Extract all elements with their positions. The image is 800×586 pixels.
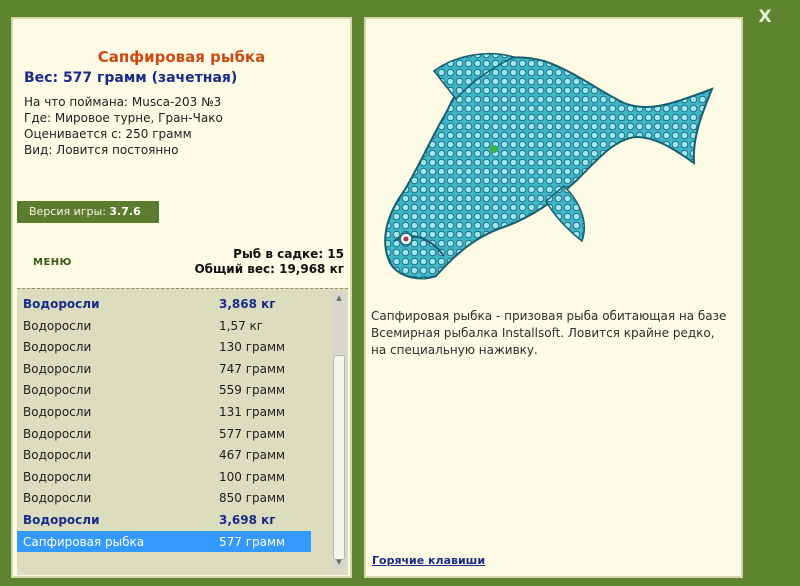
kind-text: Вид: Ловится постоянно [24, 143, 179, 157]
catch-row[interactable]: Водоросли 130 грамм [17, 336, 327, 358]
catch-row[interactable]: Водоросли 3,868 кг [17, 293, 327, 315]
fish-image [384, 52, 714, 280]
catch-name: Водоросли [23, 383, 92, 398]
catch-weight: 3,868 кг [219, 297, 276, 311]
scrollbar-thumb[interactable] [333, 355, 345, 560]
catch-weight: 100 грамм [219, 469, 286, 484]
catch-name: Водоросли [23, 426, 92, 441]
fish-detail-panel: Сапфировая рыбка - призовая рыба обитающ… [364, 17, 743, 578]
fish-weight: Вес: 577 грамм (зачетная) [24, 70, 238, 86]
catch-name: Водоросли [23, 297, 100, 311]
caught-on-text: На что поймана: Musca-203 №3 [24, 95, 222, 109]
catch-name: Водоросли [23, 491, 92, 506]
catch-weight: 1,57 кг [219, 318, 264, 333]
catch-name: Водоросли [23, 448, 92, 463]
fish-count: Рыб в садке: 15 [233, 247, 344, 261]
catch-weight: 467 грамм [219, 448, 286, 463]
catch-weight: 577 грамм [219, 534, 286, 549]
catch-name: Сапфировая рыбка [23, 534, 145, 549]
scroll-down-icon[interactable]: ▼ [334, 558, 344, 568]
catch-row[interactable]: Водоросли 100 грамм [17, 466, 327, 488]
catch-name: Водоросли [23, 512, 100, 527]
version-value: 3.7.6 [109, 205, 141, 218]
version-label: Версия игры: [29, 205, 110, 218]
catch-row[interactable]: Водоросли 577 грамм [17, 423, 327, 445]
catch-weight: 559 грамм [219, 383, 286, 398]
catch-list: Водоросли 3,868 кг Водоросли 1,57 кг Водорос… [17, 288, 348, 575]
catch-weight: 747 грамм [219, 361, 286, 376]
catch-name: Водоросли [23, 469, 92, 484]
catch-weight: 850 грамм [219, 491, 286, 506]
catch-name: Водоросли [23, 361, 92, 376]
catch-row[interactable]: Водоросли 467 грамм [17, 444, 327, 466]
catch-weight: 131 грамм [219, 404, 286, 419]
catch-name: Водоросли [23, 340, 92, 355]
catch-weight: 577 грамм [219, 426, 286, 441]
fish-info-panel: Сапфировая рыбка Вес: 577 грамм (зачетна… [11, 17, 352, 578]
game-version-badge: Версия игры: 3.7.6 [17, 201, 159, 223]
catch-row[interactable]: Водоросли 850 грамм [17, 487, 327, 509]
keepnet-stats: Рыб в садке: 15 Общий вес: 19,968 кг [194, 247, 344, 277]
catch-name: Водоросли [23, 404, 92, 419]
catch-row[interactable]: Водоросли 3,698 кг [17, 509, 327, 531]
fish-title: Сапфировая рыбка [97, 48, 266, 66]
close-button[interactable]: X [752, 6, 778, 28]
catch-row[interactable]: Водоросли 747 грамм [17, 358, 327, 380]
fish-description: Сапфировая рыбка - призовая рыба обитающ… [371, 309, 727, 357]
catch-row[interactable]: Водоросли 1,57 кг [17, 315, 327, 337]
catch-weight: 3,698 кг [219, 512, 276, 527]
scroll-up-icon[interactable]: ▲ [334, 294, 344, 304]
catch-weight: 130 грамм [219, 340, 286, 355]
location-text: Где: Мировое турне, Гран-Чако [24, 111, 223, 125]
total-weight: Общий вес: 19,968 кг [194, 262, 344, 276]
hotkeys-link[interactable]: Горячие клавиши [372, 554, 485, 567]
catch-row[interactable]: Сапфировая рыбка 577 грамм [17, 530, 311, 553]
rated-from-text: Оценивается с: 250 грамм [24, 127, 192, 141]
catch-name: Водоросли [23, 318, 92, 333]
catch-row[interactable]: Водоросли 559 грамм [17, 379, 327, 401]
catch-rows: Водоросли 3,868 кг Водоросли 1,57 кг Водорос… [17, 293, 327, 553]
menu-button[interactable]: МЕНЮ [33, 257, 72, 268]
catch-row[interactable]: Водоросли 131 грамм [17, 401, 327, 423]
catch-list-scrollbar[interactable]: ▲ ▼ [332, 293, 346, 569]
